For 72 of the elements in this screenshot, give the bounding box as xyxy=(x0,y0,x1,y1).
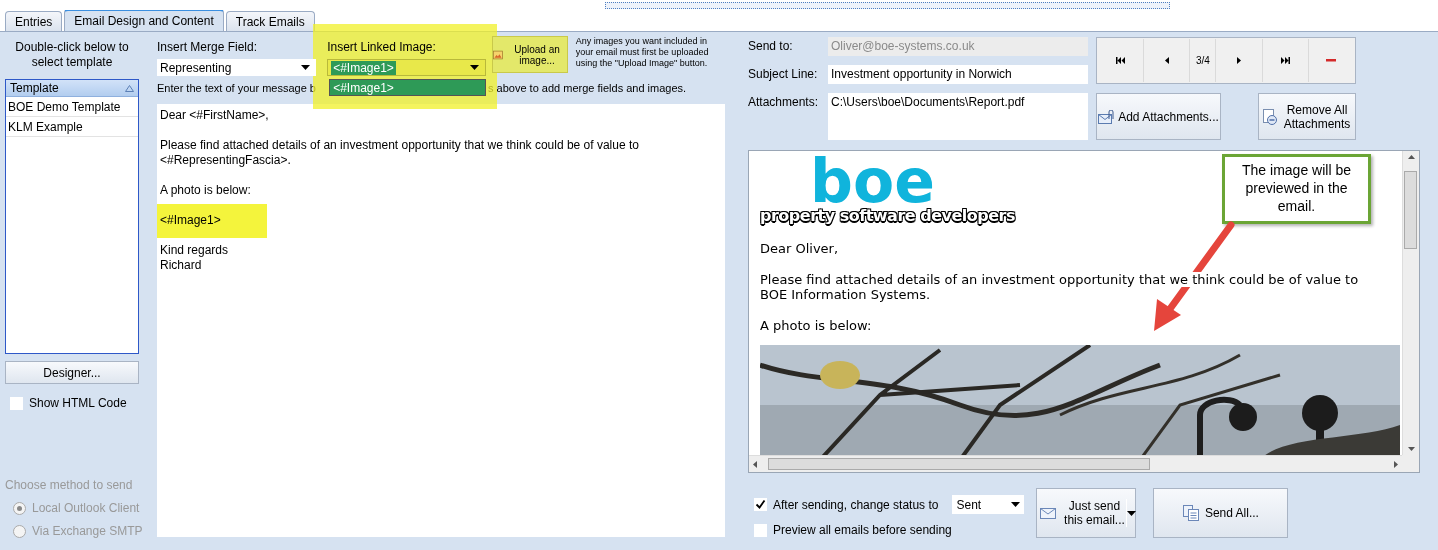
tab[interactable]: Track Emails xyxy=(225,11,315,31)
scroll-left-icon[interactable] xyxy=(753,460,757,468)
checkbox[interactable] xyxy=(754,498,767,511)
status-dropdown[interactable]: Sent xyxy=(952,495,1025,514)
hint-text: Enter the text of your message b xyxy=(157,82,316,94)
envelope-icon xyxy=(1040,507,1057,519)
checkbox-label: Show HTML Code xyxy=(29,396,127,410)
scroll-right-icon[interactable] xyxy=(1394,460,1398,468)
checkbox-label: Preview all emails before sending xyxy=(773,523,952,537)
callout-note: The image will be previewed in the email. xyxy=(1222,154,1371,224)
logo-wordmark: boe xyxy=(810,155,935,207)
dropdown-arrow-icon xyxy=(470,65,480,70)
upload-note: Any images you want included in your email must first be uploaded using the "Upload Image" button. xyxy=(575,36,710,70)
message-paragraph: Dear <#FirstName>, xyxy=(160,108,270,123)
send-all-button[interactable]: Send All... xyxy=(1153,488,1289,538)
email-paragraph: Dear Oliver, xyxy=(760,241,839,256)
field-label: Insert Linked Image: xyxy=(327,40,437,54)
scroll-thumb[interactable] xyxy=(1404,171,1417,249)
subject-field[interactable]: Investment opportunity in Norwich xyxy=(828,65,1088,84)
email-paragraph: A photo is below: xyxy=(760,318,872,333)
merge-field-dropdown[interactable]: Representing xyxy=(157,59,317,76)
previous-icon[interactable] xyxy=(1164,57,1169,64)
logo-tagline: property software developers xyxy=(760,206,1015,225)
designer-button[interactable]: Designer... xyxy=(5,361,139,384)
image-icon xyxy=(493,48,504,61)
checkbox[interactable] xyxy=(754,523,767,537)
tab[interactable]: Entries xyxy=(5,11,63,31)
field-label: Send to: xyxy=(748,38,794,53)
field-label: Subject Line: xyxy=(748,66,819,81)
scroll-thumb[interactable] xyxy=(768,458,1150,470)
section-label: Choose method to send xyxy=(5,478,134,492)
message-editor[interactable]: Dear <#FirstName>, Please find attached details of an investment opportunity that we think could be of value to <#RepresentingFascia>. A photo is below: <#Image1> Kind regards Richard xyxy=(157,104,725,537)
scroll-up-icon[interactable] xyxy=(1407,155,1415,159)
dropdown-option[interactable]: <#Image1> xyxy=(329,79,487,96)
remove-attachments-button[interactable]: Remove All Attachments xyxy=(1258,93,1356,140)
field-label: Attachments: xyxy=(748,94,820,109)
sort-icon xyxy=(125,84,134,92)
message-paragraph: Please find attached details of an investment opportunity that we think could be of value to <#RepresentingFascia>. xyxy=(160,138,640,168)
next-icon[interactable] xyxy=(1237,57,1241,64)
record-position: 3/4 xyxy=(1190,39,1217,82)
message-paragraph: A photo is below: xyxy=(160,183,252,198)
envelope-clip-icon xyxy=(1098,109,1115,124)
template-item[interactable]: BOE Demo Template xyxy=(6,97,138,117)
header-label: Template xyxy=(10,81,59,95)
radio-label: Via Exchange SMTP xyxy=(32,524,143,538)
horizontal-scrollbar[interactable] xyxy=(749,455,1402,472)
add-attachments-button[interactable]: Add Attachments... xyxy=(1096,93,1221,140)
scroll-down-icon[interactable] xyxy=(1407,447,1415,451)
checkbox-label: After sending, change status to xyxy=(773,497,939,512)
document-minus-icon xyxy=(1262,108,1278,125)
dropdown-arrow-icon xyxy=(1011,502,1021,507)
dropdown-arrow-icon xyxy=(1127,510,1137,516)
message-paragraph: Kind regards Richard xyxy=(160,243,230,273)
dropdown-arrow-icon xyxy=(301,65,311,70)
last-icon[interactable] xyxy=(1280,57,1290,64)
tab[interactable]: Email Design and Content xyxy=(64,9,224,31)
field-label: Insert Merge Field: xyxy=(157,40,259,54)
first-icon[interactable] xyxy=(1116,57,1126,64)
message-paragraph: <#Image1> xyxy=(157,204,267,238)
instruction-text: Double-click below to select template xyxy=(14,40,130,70)
radio-label: Local Outlook Client xyxy=(32,501,140,515)
column-header[interactable]: Template xyxy=(6,80,138,97)
vertical-scrollbar[interactable] xyxy=(1402,151,1419,455)
template-item[interactable]: KLM Example xyxy=(6,117,138,137)
just-send-button[interactable]: Just send this email... xyxy=(1036,488,1137,538)
splitter-bar[interactable] xyxy=(605,2,1170,9)
checkbox[interactable] xyxy=(10,396,23,410)
linked-image-dropdown[interactable]: <#Image1> xyxy=(327,59,487,76)
upload-image-button[interactable]: Upload an image... xyxy=(492,36,568,73)
remove-icon[interactable] xyxy=(1326,59,1337,62)
attachments-field[interactable]: C:\Users\boe\Documents\Report.pdf xyxy=(828,93,1088,140)
documents-icon xyxy=(1182,505,1199,521)
